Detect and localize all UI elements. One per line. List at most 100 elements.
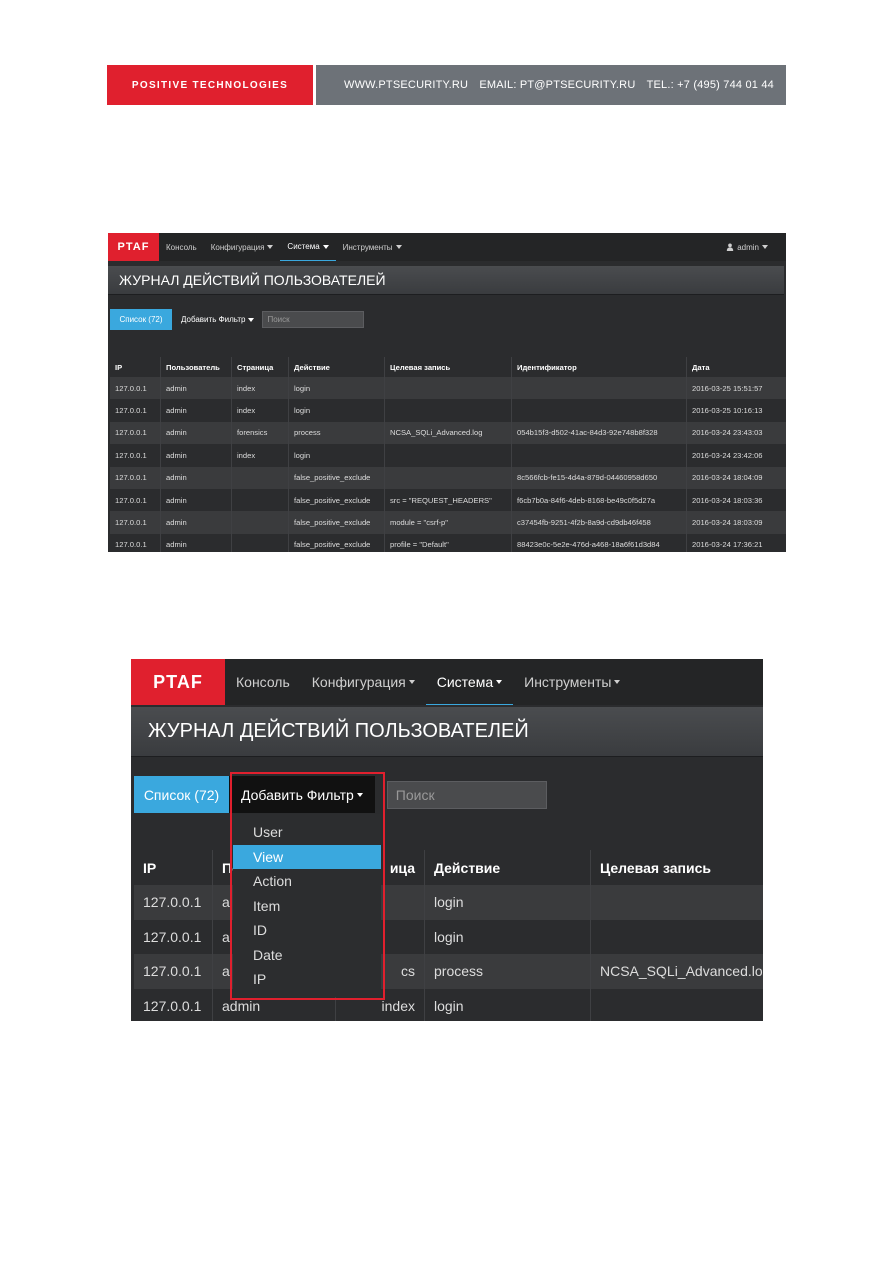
table-cell: admin: [160, 488, 232, 512]
nav-configuration-label: Конфигурация: [311, 674, 406, 690]
table-cell: 127.0.0.1: [110, 533, 161, 552]
top-navbar: PTAF Консоль Конфигурация Система Инстру…: [131, 659, 763, 705]
ptaf-logo[interactable]: PTAF: [108, 233, 159, 261]
table-cell: 127.0.0.1: [134, 988, 213, 1021]
company-logo: POSITIVE TECHNOLOGIES: [107, 65, 313, 105]
table-row[interactable]: 127.0.0.1 a cs process NCSA_SQLi_Advanced.lo…: [134, 954, 763, 989]
table-cell: 127.0.0.1: [110, 377, 161, 400]
table-cell: 2016-03-24 18:03:09: [686, 511, 786, 534]
nav-configuration-label: Конфигурация: [210, 242, 265, 252]
table-cell: admin: [160, 421, 232, 445]
screenshot-add-filter-dropdown: PTAF Консоль Конфигурация Система Инстру…: [131, 659, 763, 1021]
table-cell: 127.0.0.1: [110, 444, 161, 467]
nav-configuration[interactable]: Конфигурация: [301, 659, 426, 705]
nav-tools[interactable]: Инструменты: [513, 659, 631, 705]
table-row[interactable]: 127.0.0.1 admin index login 2016-03-25 15:51…: [110, 377, 786, 400]
actions-table: IP Пользователь Страница Действие Целева…: [110, 357, 786, 552]
highlight-box: [230, 772, 385, 1000]
table-cell: 127.0.0.1: [134, 954, 213, 989]
add-filter-label: Добавить Фильтр: [181, 315, 246, 324]
caret-down-icon: [248, 317, 255, 322]
col-target[interactable]: Целевая запись: [590, 850, 763, 885]
table-cell: 127.0.0.1: [110, 511, 161, 534]
table-cell: [590, 988, 763, 1021]
table-row[interactable]: 127.0.0.1 admin false_positive_exclude modu…: [110, 511, 786, 534]
caret-down-icon: [322, 244, 329, 249]
nav-system-label: Система: [436, 673, 494, 690]
table-cell: 88423e0c-5e2e-476d-a468-18a6f61d3d84: [511, 533, 687, 552]
email-text: EMAIL: PT@PTSECURITY.RU: [479, 79, 636, 91]
table-cell: login: [288, 399, 385, 422]
table-cell: [231, 533, 289, 552]
top-navbar: PTAF Консоль Конфигурация Система Инстру…: [108, 233, 786, 261]
table-cell: admin: [160, 399, 232, 422]
phone-text: TEL.: +7 (495) 744 01 44: [646, 79, 774, 91]
nav-system[interactable]: Система: [425, 659, 514, 705]
nav-console[interactable]: Консоль: [159, 233, 204, 261]
table-cell: forensics: [231, 421, 289, 445]
table-row[interactable]: 127.0.0.1 admin false_positive_exclude 8c56…: [110, 466, 786, 489]
table-cell: [231, 466, 289, 489]
table-cell: module = "csrf-p": [384, 511, 512, 534]
table-cell: 2016-03-25 15:51:57: [686, 377, 786, 400]
table-cell: 127.0.0.1: [110, 399, 161, 422]
table-row[interactable]: 127.0.0.1 a login: [134, 919, 763, 954]
website-text: WWW.PTSECURITY.RU: [344, 79, 469, 91]
nav-system[interactable]: Система: [280, 233, 336, 261]
table-cell: [511, 377, 687, 400]
table-cell: 2016-03-24 18:04:09: [686, 466, 786, 489]
col-user[interactable]: Пользователь: [160, 357, 232, 377]
col-target[interactable]: Целевая запись: [384, 357, 512, 377]
col-id[interactable]: Идентификатор: [511, 357, 687, 377]
search-input[interactable]: Поиск: [386, 780, 547, 809]
table-cell: admin: [160, 444, 232, 467]
col-page[interactable]: Страница: [231, 357, 289, 377]
add-filter-button[interactable]: Добавить Фильтр: [172, 315, 262, 324]
table-cell: index: [231, 444, 289, 467]
table-cell: 2016-03-24 23:42:06: [686, 444, 786, 467]
table-cell: 054b15f3-d502-41ac-84d3-92e748b8f328: [511, 421, 687, 445]
table-cell: [590, 885, 763, 920]
col-date[interactable]: Дата: [686, 357, 786, 377]
screenshot-user-actions-log: PTAF Консоль Конфигурация Система Инстру…: [108, 233, 786, 552]
nav-tools[interactable]: Инструменты: [336, 233, 409, 261]
table-row[interactable]: 127.0.0.1 admin false_positive_exclude prof…: [110, 533, 786, 552]
nav-console-label: Консоль: [236, 674, 290, 690]
table-cell: login: [288, 444, 385, 467]
list-button[interactable]: Список (72): [134, 776, 229, 813]
page-title: ЖУРНАЛ ДЕЙСТВИЙ ПОЛЬЗОВАТЕЛЕЙ: [108, 266, 784, 295]
table-cell: admin: [160, 511, 232, 534]
table-cell: [384, 466, 512, 489]
user-menu[interactable]: admin: [726, 233, 786, 261]
list-button[interactable]: Список (72): [110, 309, 172, 330]
nav-console-label: Консоль: [166, 242, 197, 252]
ptaf-logo[interactable]: PTAF: [131, 659, 225, 705]
col-ip[interactable]: IP: [110, 357, 161, 377]
table-row[interactable]: 127.0.0.1 admin forensics process NCSA_SQLi_…: [110, 421, 786, 445]
col-ip[interactable]: IP: [134, 850, 213, 885]
caret-down-icon: [614, 680, 621, 684]
table-cell: index: [231, 377, 289, 400]
table-cell: false_positive_exclude: [288, 533, 385, 552]
table-cell: admin: [160, 533, 232, 552]
table-row[interactable]: 127.0.0.1 admin index login 2016-03-25 10:16…: [110, 399, 786, 422]
table-cell: index: [231, 399, 289, 422]
col-action[interactable]: Действие: [424, 850, 591, 885]
table-cell: process: [424, 954, 591, 989]
table-row[interactable]: 127.0.0.1 admin index login 2016-03-24 23:42…: [110, 444, 786, 467]
table-row[interactable]: 127.0.0.1 admin index login: [134, 988, 763, 1021]
table-cell: src = "REQUEST_HEADERS": [384, 488, 512, 512]
table-row[interactable]: 127.0.0.1 admin false_positive_exclude src …: [110, 488, 786, 512]
table-cell: 127.0.0.1: [110, 421, 161, 445]
table-cell: [384, 399, 512, 422]
table-row[interactable]: 127.0.0.1 a login: [134, 885, 763, 920]
col-action[interactable]: Действие: [288, 357, 385, 377]
search-input[interactable]: Поиск: [262, 311, 365, 328]
contact-info: WWW.PTSECURITY.RU EMAIL: PT@PTSECURITY.R…: [316, 65, 786, 105]
nav-console[interactable]: Консоль: [225, 659, 301, 705]
table-cell: [590, 919, 763, 954]
table-header-row: IP Пользователь Страница Действие Целева…: [110, 357, 786, 377]
nav-configuration[interactable]: Конфигурация: [204, 233, 281, 261]
actions-table: IP По ица Действие Целевая запись 127.0.…: [134, 850, 763, 1021]
filter-toolbar: Список (72) Добавить Фильтр Поиск: [110, 309, 365, 330]
